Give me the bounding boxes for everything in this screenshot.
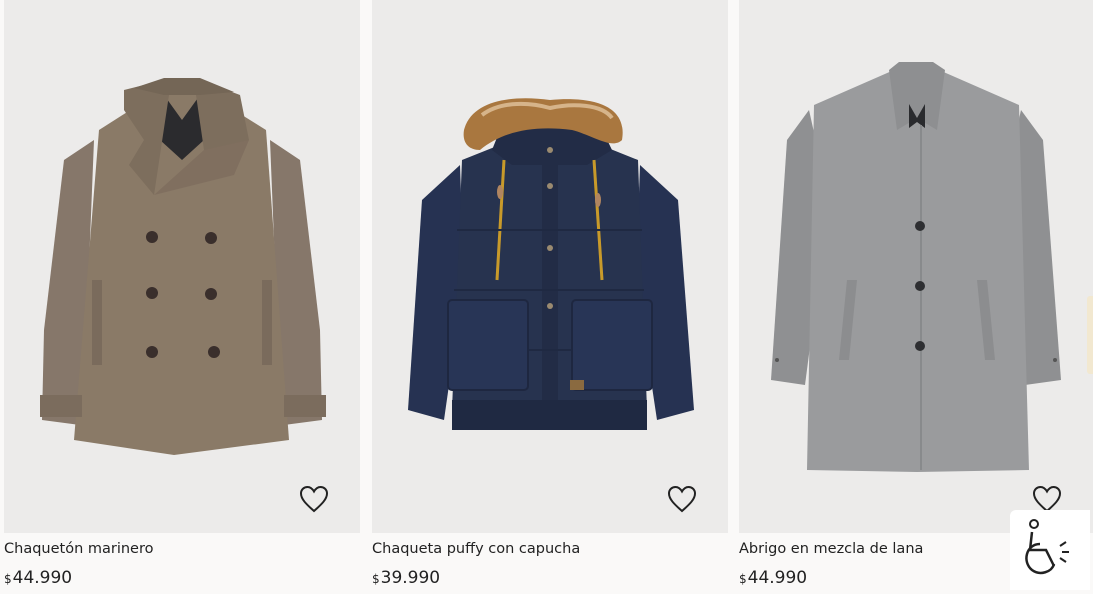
heart-outline-icon	[299, 485, 329, 513]
carousel-next-tab[interactable]	[1087, 296, 1093, 374]
product-name[interactable]: Chaquetón marinero	[4, 541, 154, 557]
accessibility-icon	[1025, 519, 1069, 575]
product-price: $39.990	[372, 568, 440, 588]
product-name[interactable]: Abrigo en mezcla de lana	[739, 541, 923, 557]
product-grid: Chaquetón marinero $44.990 Chaqueta puff…	[4, 0, 1093, 593]
product-image-puffer[interactable]	[372, 0, 728, 533]
product-card-puffer[interactable]: Chaqueta puffy con capucha $39.990	[372, 0, 728, 593]
product-name[interactable]: Chaqueta puffy con capucha	[372, 541, 580, 557]
favorite-button[interactable]	[298, 484, 330, 514]
price-value: 39.990	[380, 568, 441, 588]
currency-symbol: $	[739, 572, 747, 586]
favorite-button[interactable]	[666, 484, 698, 514]
product-price: $44.990	[739, 568, 807, 588]
price-value: 44.990	[12, 568, 73, 588]
product-image-wool-coat[interactable]	[739, 0, 1093, 533]
product-card-wool-coat[interactable]: Abrigo en mezcla de lana $44.990	[739, 0, 1093, 593]
heart-outline-icon	[667, 485, 697, 513]
product-image-peacoat[interactable]	[4, 0, 360, 533]
currency-symbol: $	[372, 572, 380, 586]
price-value: 44.990	[747, 568, 808, 588]
product-price: $44.990	[4, 568, 72, 588]
product-card-peacoat[interactable]: Chaquetón marinero $44.990	[4, 0, 360, 593]
accessibility-button[interactable]	[1010, 510, 1090, 590]
currency-symbol: $	[4, 572, 12, 586]
